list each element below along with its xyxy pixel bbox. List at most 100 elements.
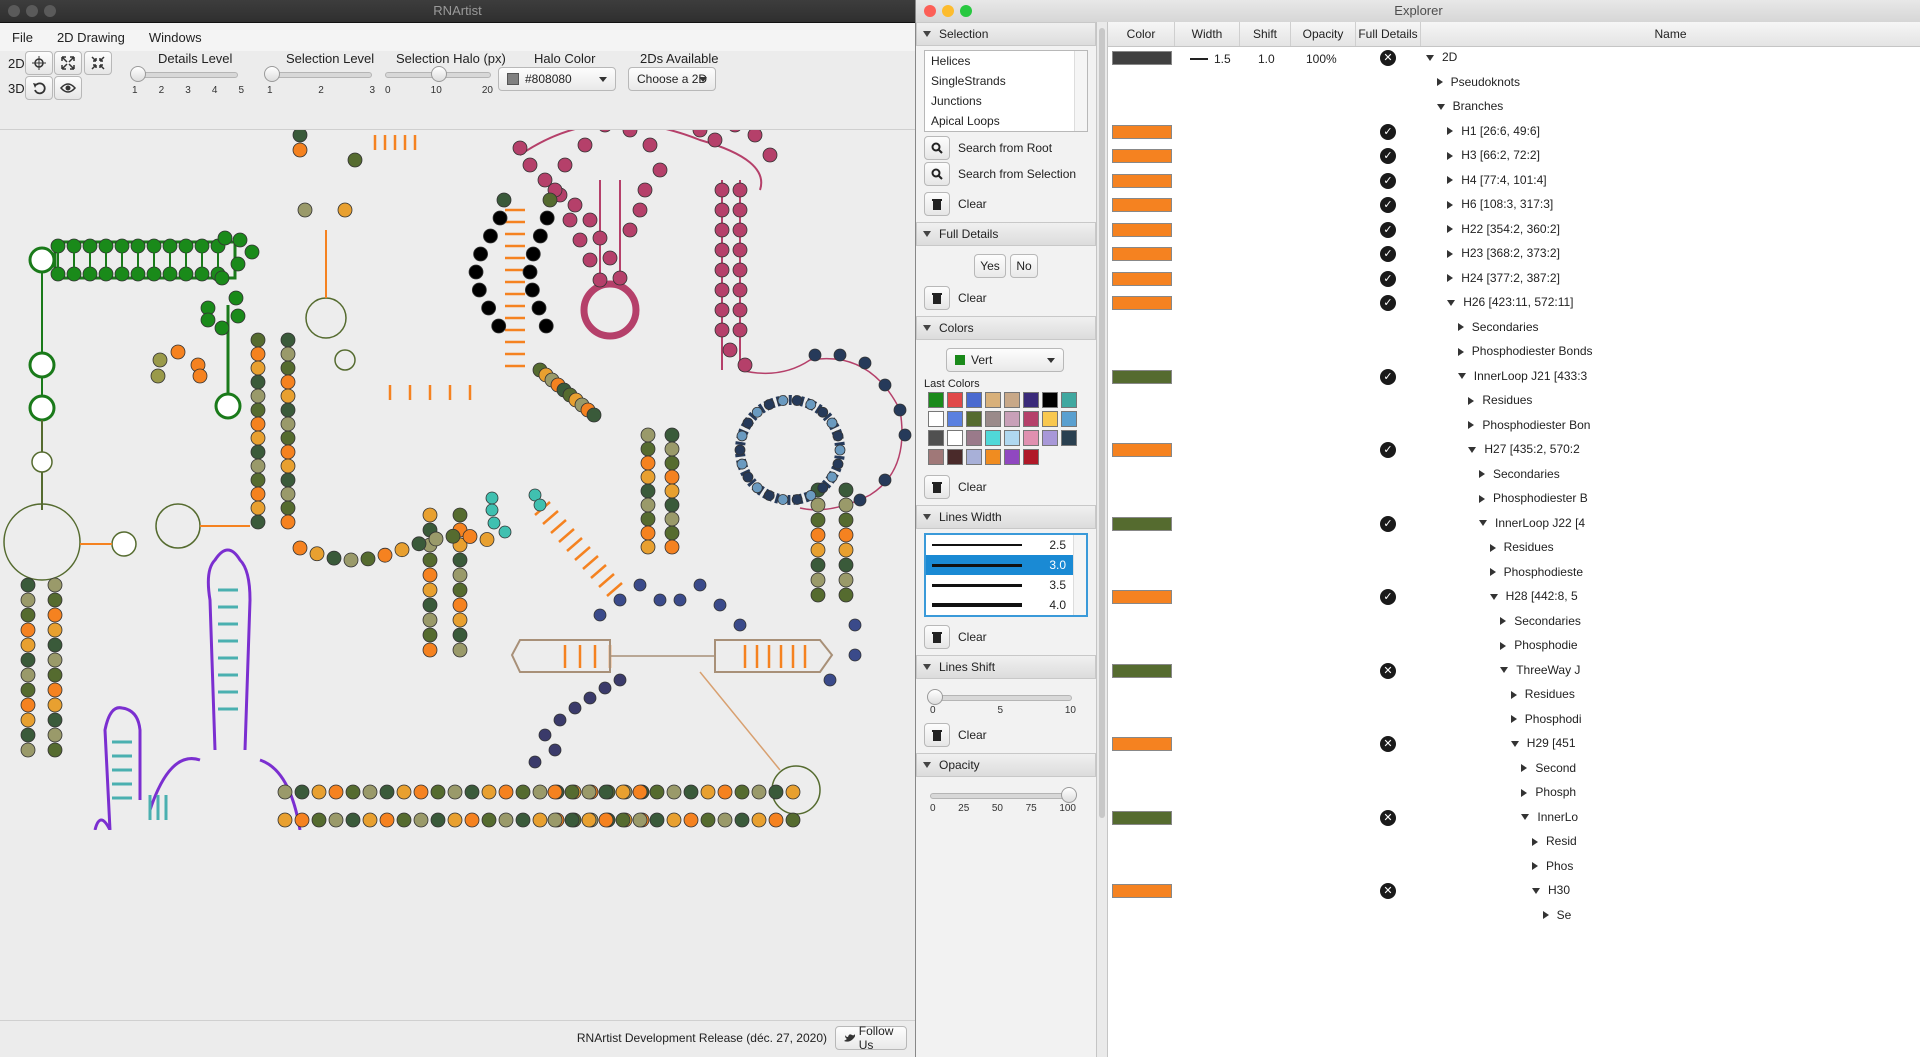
nucleotide[interactable] [733,618,747,632]
tree-node[interactable]: Phosphodieste [1489,565,1583,579]
nucleotide[interactable] [20,727,36,743]
table-row[interactable]: ✓ H26 [423:11, 572:11] [1108,291,1920,315]
nucleotide[interactable] [785,812,801,828]
nucleotide[interactable] [82,238,98,254]
lines-shift-section-header[interactable]: Lines Shift [916,655,1096,679]
nucleotide[interactable] [250,332,266,348]
nucleotide[interactable] [525,246,541,262]
nucleotide[interactable] [768,784,784,800]
selection-item-junctions[interactable]: Junctions [925,91,1087,111]
chevron-down-icon[interactable] [1521,814,1530,821]
row-color-swatch[interactable] [1112,590,1172,604]
zoom-window-button[interactable] [44,5,56,17]
table-row[interactable]: Residues [1108,683,1920,707]
nucleotide[interactable] [732,182,748,198]
nucleotide[interactable] [622,122,638,138]
tree-node[interactable]: Second [1521,761,1576,775]
tree-node[interactable]: H24 [377:2, 387:2] [1447,271,1560,285]
twods-available-select[interactable]: Choose a 2D [628,67,716,91]
selection-section-header[interactable]: Selection [916,22,1096,46]
nucleotide[interactable] [47,712,63,728]
details-level-knob[interactable] [130,66,146,82]
chevron-down-icon[interactable] [1447,299,1456,306]
check-icon[interactable]: ✓ [1380,589,1396,605]
nucleotide[interactable] [82,266,98,282]
nucleotide[interactable] [732,242,748,258]
nucleotide[interactable] [838,512,854,528]
tree-node[interactable]: ThreeWay J [1500,663,1580,677]
table-row[interactable]: Se [1108,904,1920,928]
nucleotide[interactable] [640,511,656,527]
table-row[interactable]: ✓ InnerLoop J22 [4 [1108,512,1920,536]
nucleotide[interactable] [637,182,653,198]
nucleotide[interactable] [20,712,36,728]
nucleotide[interactable] [727,117,743,133]
nucleotide[interactable] [152,352,168,368]
chevron-right-icon[interactable] [1489,568,1496,577]
nucleotide[interactable] [714,302,730,318]
chevron-down-icon[interactable] [1426,54,1434,61]
nucleotide[interactable] [447,784,463,800]
chevron-right-icon[interactable] [1447,225,1454,234]
nucleotide[interactable] [250,402,266,418]
chevron-right-icon[interactable] [1447,176,1454,185]
minimize-window-button[interactable] [26,5,38,17]
nucleotide[interactable] [742,417,754,429]
nucleotide[interactable] [777,494,789,505]
nucleotide[interactable] [734,784,750,800]
nucleotide[interactable] [194,266,210,282]
nucleotide[interactable] [280,500,296,516]
tree-node[interactable]: Se [1542,908,1571,922]
chevron-right-icon[interactable] [1457,347,1464,356]
palette-color-swatch[interactable] [928,430,944,446]
nucleotide[interactable] [345,784,361,800]
nucleotide[interactable] [808,348,822,362]
chevron-right-icon[interactable] [1521,788,1528,797]
tree-node[interactable]: H30 [1532,883,1570,897]
explorer-tree-table[interactable]: Color Width Shift Opacity Full Details N… [1108,22,1920,1057]
nucleotide[interactable] [664,511,680,527]
chevron-right-icon[interactable] [1457,323,1464,332]
nucleotide[interactable] [568,701,582,715]
nucleotide[interactable] [280,416,296,432]
table-row[interactable]: ✓ H3 [66:2, 72:2] [1108,144,1920,168]
lines-shift-clear-button[interactable]: Clear [924,723,1088,747]
row-color-swatch[interactable] [1112,443,1172,457]
opacity-slider[interactable] [930,787,1077,803]
nucleotide[interactable] [805,399,817,410]
nucleotide[interactable] [228,290,244,306]
nucleotide[interactable] [832,430,844,442]
nucleotide[interactable] [539,210,555,226]
nucleotide[interactable] [250,472,266,488]
nucleotide[interactable] [582,252,598,268]
nucleotide[interactable] [481,300,497,316]
table-row[interactable]: ✓ H4 [77:4, 101:4] [1108,169,1920,193]
row-color-swatch[interactable] [1112,296,1172,310]
nucleotide[interactable] [700,812,716,828]
nucleotide[interactable] [280,472,296,488]
palette-color-swatch[interactable] [1023,430,1039,446]
nucleotide[interactable] [838,557,854,573]
fit-view-button[interactable] [54,51,82,75]
nucleotide[interactable] [833,348,847,362]
chevron-right-icon[interactable] [1447,274,1454,283]
nucleotide[interactable] [230,256,246,272]
nucleotide[interactable] [20,697,36,713]
check-icon[interactable]: ✓ [1380,123,1396,140]
nucleotide[interactable] [422,597,438,613]
lines-width-item[interactable]: 4.0 [926,595,1086,615]
chevron-down-icon[interactable] [1468,446,1477,453]
nucleotide[interactable] [280,332,296,348]
rna-2d-drawing[interactable] [0,112,915,831]
nucleotide[interactable] [640,497,656,513]
nucleotide[interactable] [428,531,444,547]
nucleotide[interactable] [114,238,130,254]
nucleotide[interactable] [714,282,730,298]
nucleotide[interactable] [422,582,438,598]
nucleotide[interactable] [893,403,907,417]
nucleotide[interactable] [47,577,63,593]
nucleotide[interactable] [732,202,748,218]
nucleotide[interactable] [633,578,647,592]
row-color-swatch[interactable] [1112,271,1172,286]
tree-node[interactable]: Pseudoknots [1436,75,1520,89]
